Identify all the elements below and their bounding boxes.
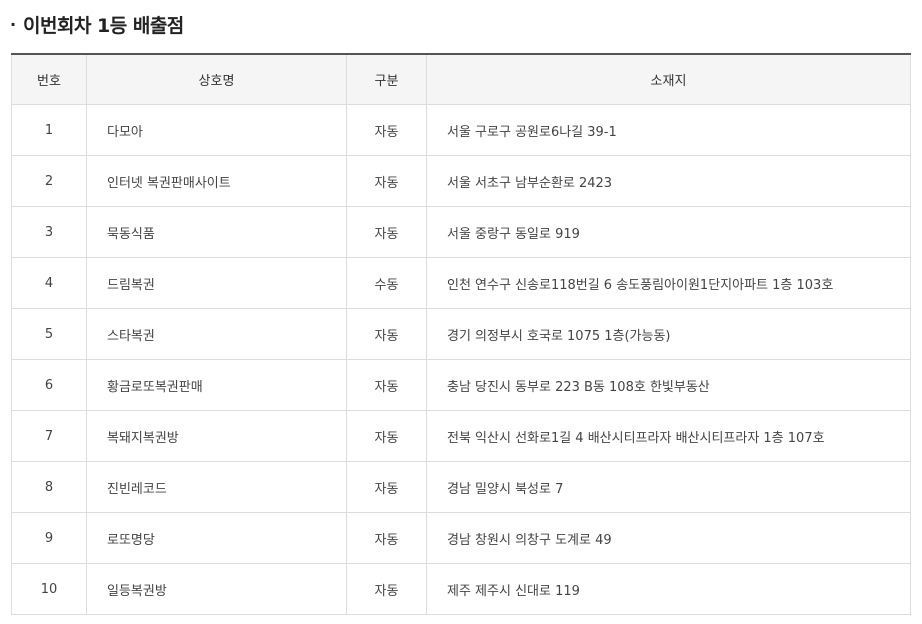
row-store-name: 복돼지복권방	[86, 410, 347, 462]
row-number: 8	[11, 461, 87, 513]
row-type: 수동	[346, 257, 427, 309]
table-header: 번호 상호명 구분 소재지	[11, 53, 911, 105]
row-type: 자동	[346, 410, 427, 462]
row-type: 자동	[346, 359, 427, 411]
row-type: 자동	[346, 104, 427, 156]
table-row: 8 진빈레코드 자동 경남 밀양시 북성로 7	[11, 461, 911, 513]
title-bullet: ·	[10, 14, 16, 34]
row-store-name: 드림복권	[86, 257, 347, 309]
row-address: 서울 중랑구 동일로 919	[426, 206, 911, 258]
row-number: 7	[11, 410, 87, 462]
row-store-name: 로또명당	[86, 512, 347, 564]
row-type: 자동	[346, 461, 427, 513]
row-number: 10	[11, 563, 87, 615]
table-row: 4 드림복권 수동 인천 연수구 신송로118번길 6 송도풍림아이원1단지아파트 1…	[11, 257, 911, 309]
row-type: 자동	[346, 512, 427, 564]
row-type: 자동	[346, 155, 427, 207]
header-store-name: 상호명	[86, 53, 347, 105]
table-row: 9 로또명당 자동 경남 창원시 의창구 도계로 49	[11, 512, 911, 564]
table-row: 10 일등복권방 자동 제주 제주시 신대로 119	[11, 563, 911, 615]
winning-stores-table: 번호 상호명 구분 소재지 1 다모아 자동 서울 구로구 공원로6나길 39-1 2 인…	[11, 53, 911, 615]
table-row: 7 복돼지복권방 자동 전북 익산시 선화로1길 4 배산시티프라자 배산시티프라자 …	[11, 410, 911, 462]
row-store-name: 황금로또복권판매	[86, 359, 347, 411]
section-title-text: 이번회차 1등 배출점	[23, 14, 184, 37]
section-title: · 이번회차 1등 배출점	[10, 8, 184, 40]
table-row: 2 인터넷 복권판매사이트 자동 서울 서초구 남부순환로 2423	[11, 155, 911, 207]
header-address: 소재지	[426, 53, 911, 105]
row-type: 자동	[346, 308, 427, 360]
table-row: 5 스타복권 자동 경기 의정부시 호국로 1075 1층(가능동)	[11, 308, 911, 360]
row-address: 인천 연수구 신송로118번길 6 송도풍림아이원1단지아파트 1층 103호	[426, 257, 911, 309]
row-address: 서울 구로구 공원로6나길 39-1	[426, 104, 911, 156]
table-row: 6 황금로또복권판매 자동 충남 당진시 동부로 223 B동 108호 한빛부동산	[11, 359, 911, 411]
table-body: 1 다모아 자동 서울 구로구 공원로6나길 39-1 2 인터넷 복권판매사이트 자동 서울…	[11, 104, 911, 615]
row-address: 충남 당진시 동부로 223 B동 108호 한빛부동산	[426, 359, 911, 411]
header-type: 구분	[346, 53, 427, 105]
row-type: 자동	[346, 563, 427, 615]
row-number: 5	[11, 308, 87, 360]
row-address: 서울 서초구 남부순환로 2423	[426, 155, 911, 207]
row-store-name: 인터넷 복권판매사이트	[86, 155, 347, 207]
row-address: 경남 밀양시 북성로 7	[426, 461, 911, 513]
table-row: 1 다모아 자동 서울 구로구 공원로6나길 39-1	[11, 104, 911, 156]
table-row: 3 묵동식품 자동 서울 중랑구 동일로 919	[11, 206, 911, 258]
row-store-name: 스타복권	[86, 308, 347, 360]
row-store-name: 묵동식품	[86, 206, 347, 258]
row-store-name: 진빈레코드	[86, 461, 347, 513]
row-address: 경기 의정부시 호국로 1075 1층(가능동)	[426, 308, 911, 360]
row-address: 경남 창원시 의창구 도계로 49	[426, 512, 911, 564]
row-number: 6	[11, 359, 87, 411]
row-store-name: 다모아	[86, 104, 347, 156]
row-address: 제주 제주시 신대로 119	[426, 563, 911, 615]
row-number: 9	[11, 512, 87, 564]
row-number: 4	[11, 257, 87, 309]
row-number: 1	[11, 104, 87, 156]
row-address: 전북 익산시 선화로1길 4 배산시티프라자 배산시티프라자 1층 107호	[426, 410, 911, 462]
row-number: 3	[11, 206, 87, 258]
header-number: 번호	[11, 53, 87, 105]
table-header-row: 번호 상호명 구분 소재지	[11, 53, 911, 105]
row-number: 2	[11, 155, 87, 207]
row-store-name: 일등복권방	[86, 563, 347, 615]
row-type: 자동	[346, 206, 427, 258]
